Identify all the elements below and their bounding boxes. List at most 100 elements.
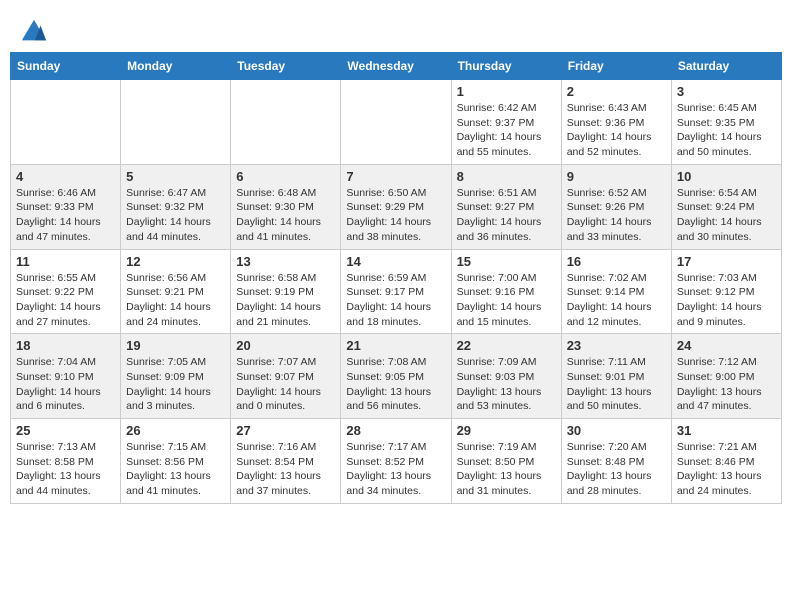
calendar-cell: 10Sunrise: 6:54 AMSunset: 9:24 PMDayligh… xyxy=(671,164,781,249)
weekday-header-sunday: Sunday xyxy=(11,53,121,80)
day-info: Sunrise: 6:51 AMSunset: 9:27 PMDaylight:… xyxy=(457,186,556,245)
day-info: Sunrise: 7:08 AMSunset: 9:05 PMDaylight:… xyxy=(346,355,445,414)
weekday-header-row: SundayMondayTuesdayWednesdayThursdayFrid… xyxy=(11,53,782,80)
calendar-cell: 23Sunrise: 7:11 AMSunset: 9:01 PMDayligh… xyxy=(561,334,671,419)
day-number: 2 xyxy=(567,84,666,99)
weekday-header-wednesday: Wednesday xyxy=(341,53,451,80)
calendar-cell: 7 Sunrise: 6:50 AMSunset: 9:29 PMDaylight… xyxy=(341,164,451,249)
day-number: 8 xyxy=(457,169,556,184)
calendar-cell xyxy=(121,80,231,165)
day-number: 24 xyxy=(677,338,776,353)
day-number: 12 xyxy=(126,254,225,269)
day-info: Sunrise: 7:07 AMSunset: 9:07 PMDaylight:… xyxy=(236,355,335,414)
day-info: Sunrise: 6:58 AMSunset: 9:19 PMDaylight:… xyxy=(236,271,335,330)
day-info: Sunrise: 6:54 AMSunset: 9:24 PMDaylight:… xyxy=(677,186,776,245)
day-info: Sunrise: 7:09 AMSunset: 9:03 PMDaylight:… xyxy=(457,355,556,414)
day-info: Sunrise: 7:20 AMSunset: 8:48 PMDaylight:… xyxy=(567,440,666,499)
weekday-header-tuesday: Tuesday xyxy=(231,53,341,80)
day-info: Sunrise: 6:43 AMSunset: 9:36 PMDaylight:… xyxy=(567,101,666,160)
day-info: Sunrise: 6:45 AMSunset: 9:35 PMDaylight:… xyxy=(677,101,776,160)
calendar-cell: 6Sunrise: 6:48 AMSunset: 9:30 PMDaylight… xyxy=(231,164,341,249)
day-number: 13 xyxy=(236,254,335,269)
logo xyxy=(20,18,52,46)
day-info: Sunrise: 7:19 AMSunset: 8:50 PMDaylight:… xyxy=(457,440,556,499)
day-number: 3 xyxy=(677,84,776,99)
day-info: Sunrise: 6:50 AMSunset: 9:29 PMDaylight:… xyxy=(346,186,445,245)
day-info: Sunrise: 6:47 AMSunset: 9:32 PMDaylight:… xyxy=(126,186,225,245)
day-number: 21 xyxy=(346,338,445,353)
calendar-cell: 21 Sunrise: 7:08 AMSunset: 9:05 PMDayligh… xyxy=(341,334,451,419)
day-info: Sunrise: 7:16 AMSunset: 8:54 PMDaylight:… xyxy=(236,440,335,499)
day-number: 7 xyxy=(346,169,445,184)
day-number: 11 xyxy=(16,254,115,269)
day-number: 30 xyxy=(567,423,666,438)
calendar-cell: 20 Sunrise: 7:07 AMSunset: 9:07 PMDayligh… xyxy=(231,334,341,419)
day-info: Sunrise: 7:12 AMSunset: 9:00 PMDaylight:… xyxy=(677,355,776,414)
calendar-cell: 25 Sunrise: 7:13 AMSunset: 8:58 PMDayligh… xyxy=(11,419,121,504)
page-header xyxy=(10,10,782,52)
day-info: Sunrise: 6:46 AMSunset: 9:33 PMDaylight:… xyxy=(16,186,115,245)
calendar-cell: 14 Sunrise: 6:59 AMSunset: 9:17 PMDayligh… xyxy=(341,249,451,334)
day-number: 19 xyxy=(126,338,225,353)
day-number: 17 xyxy=(677,254,776,269)
day-number: 16 xyxy=(567,254,666,269)
calendar-cell: 27 Sunrise: 7:16 AMSunset: 8:54 PMDayligh… xyxy=(231,419,341,504)
day-info: Sunrise: 6:52 AMSunset: 9:26 PMDaylight:… xyxy=(567,186,666,245)
calendar-week-row: 25 Sunrise: 7:13 AMSunset: 8:58 PMDayligh… xyxy=(11,419,782,504)
calendar-cell: 2 Sunrise: 6:43 AMSunset: 9:36 PMDaylight… xyxy=(561,80,671,165)
calendar-cell: 11 Sunrise: 6:55 AMSunset: 9:22 PMDayligh… xyxy=(11,249,121,334)
calendar-cell: 9 Sunrise: 6:52 AMSunset: 9:26 PMDaylight… xyxy=(561,164,671,249)
day-number: 31 xyxy=(677,423,776,438)
calendar-cell: 28Sunrise: 7:17 AMSunset: 8:52 PMDayligh… xyxy=(341,419,451,504)
day-number: 29 xyxy=(457,423,556,438)
day-info: Sunrise: 6:48 AMSunset: 9:30 PMDaylight:… xyxy=(236,186,335,245)
day-info: Sunrise: 6:42 AMSunset: 9:37 PMDaylight:… xyxy=(457,101,556,160)
calendar-cell: 15Sunrise: 7:00 AMSunset: 9:16 PMDayligh… xyxy=(451,249,561,334)
day-info: Sunrise: 7:15 AMSunset: 8:56 PMDaylight:… xyxy=(126,440,225,499)
day-info: Sunrise: 6:55 AMSunset: 9:22 PMDaylight:… xyxy=(16,271,115,330)
weekday-header-saturday: Saturday xyxy=(671,53,781,80)
day-number: 27 xyxy=(236,423,335,438)
calendar-table: SundayMondayTuesdayWednesdayThursdayFrid… xyxy=(10,52,782,504)
calendar-cell: 12Sunrise: 6:56 AMSunset: 9:21 PMDayligh… xyxy=(121,249,231,334)
day-number: 4 xyxy=(16,169,115,184)
day-info: Sunrise: 7:21 AMSunset: 8:46 PMDaylight:… xyxy=(677,440,776,499)
calendar-cell: 8 Sunrise: 6:51 AMSunset: 9:27 PMDaylight… xyxy=(451,164,561,249)
day-number: 25 xyxy=(16,423,115,438)
day-info: Sunrise: 7:11 AMSunset: 9:01 PMDaylight:… xyxy=(567,355,666,414)
day-info: Sunrise: 7:04 AMSunset: 9:10 PMDaylight:… xyxy=(16,355,115,414)
calendar-cell: 30 Sunrise: 7:20 AMSunset: 8:48 PMDayligh… xyxy=(561,419,671,504)
day-number: 26 xyxy=(126,423,225,438)
calendar-cell: 13 Sunrise: 6:58 AMSunset: 9:19 PMDayligh… xyxy=(231,249,341,334)
calendar-week-row: 11 Sunrise: 6:55 AMSunset: 9:22 PMDayligh… xyxy=(11,249,782,334)
calendar-cell: 16 Sunrise: 7:02 AMSunset: 9:14 PMDayligh… xyxy=(561,249,671,334)
calendar-cell: 22 Sunrise: 7:09 AMSunset: 9:03 PMDayligh… xyxy=(451,334,561,419)
weekday-header-thursday: Thursday xyxy=(451,53,561,80)
calendar-cell xyxy=(341,80,451,165)
day-number: 5 xyxy=(126,169,225,184)
calendar-cell: 4 Sunrise: 6:46 AMSunset: 9:33 PMDaylight… xyxy=(11,164,121,249)
day-info: Sunrise: 7:03 AMSunset: 9:12 PMDaylight:… xyxy=(677,271,776,330)
logo-icon xyxy=(20,18,48,46)
day-number: 22 xyxy=(457,338,556,353)
day-number: 9 xyxy=(567,169,666,184)
weekday-header-monday: Monday xyxy=(121,53,231,80)
calendar-cell: 1 Sunrise: 6:42 AMSunset: 9:37 PMDaylight… xyxy=(451,80,561,165)
calendar-cell: 31 Sunrise: 7:21 AMSunset: 8:46 PMDayligh… xyxy=(671,419,781,504)
calendar-cell: 19 Sunrise: 7:05 AMSunset: 9:09 PMDayligh… xyxy=(121,334,231,419)
calendar-cell: 29 Sunrise: 7:19 AMSunset: 8:50 PMDayligh… xyxy=(451,419,561,504)
calendar-week-row: 1 Sunrise: 6:42 AMSunset: 9:37 PMDaylight… xyxy=(11,80,782,165)
calendar-cell: 5 Sunrise: 6:47 AMSunset: 9:32 PMDaylight… xyxy=(121,164,231,249)
calendar-week-row: 18Sunrise: 7:04 AMSunset: 9:10 PMDayligh… xyxy=(11,334,782,419)
day-number: 20 xyxy=(236,338,335,353)
day-info: Sunrise: 7:02 AMSunset: 9:14 PMDaylight:… xyxy=(567,271,666,330)
day-number: 14 xyxy=(346,254,445,269)
day-info: Sunrise: 6:59 AMSunset: 9:17 PMDaylight:… xyxy=(346,271,445,330)
day-number: 1 xyxy=(457,84,556,99)
weekday-header-friday: Friday xyxy=(561,53,671,80)
calendar-cell: 24 Sunrise: 7:12 AMSunset: 9:00 PMDayligh… xyxy=(671,334,781,419)
calendar-cell: 3 Sunrise: 6:45 AMSunset: 9:35 PMDaylight… xyxy=(671,80,781,165)
day-info: Sunrise: 7:13 AMSunset: 8:58 PMDaylight:… xyxy=(16,440,115,499)
day-info: Sunrise: 7:05 AMSunset: 9:09 PMDaylight:… xyxy=(126,355,225,414)
calendar-cell xyxy=(231,80,341,165)
